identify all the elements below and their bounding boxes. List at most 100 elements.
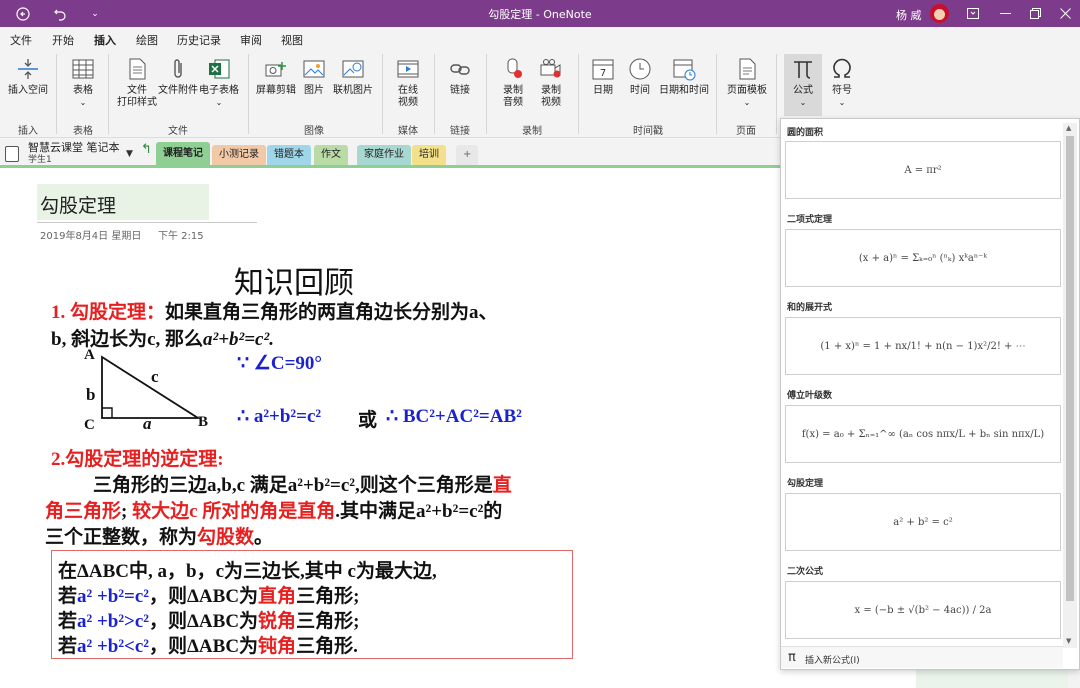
avatar[interactable] bbox=[930, 4, 949, 23]
section-tab-course-notes[interactable]: 课程笔记 bbox=[156, 142, 210, 166]
because-angle-c: ∵ ∠C=90° bbox=[237, 353, 323, 374]
side-a-label: a bbox=[143, 414, 152, 433]
group-label-tables: 表格 bbox=[73, 126, 93, 137]
video-camera-icon bbox=[540, 59, 561, 78]
file-attachment-button[interactable]: 文件附件 bbox=[158, 56, 198, 97]
link-icon bbox=[450, 64, 470, 75]
group-label-timestamp: 时间戳 bbox=[633, 126, 663, 137]
file-printout-button[interactable]: 文件 打印样式 bbox=[116, 56, 158, 109]
converse-line-2: 角三角形; 较大边c 所对的角是直角.其中满足a²+b²=c²的 bbox=[45, 501, 503, 522]
onenote-window: { "window": {"title": "勾股定理 - OneNote", … bbox=[0, 0, 1080, 688]
page-template-icon bbox=[739, 58, 756, 80]
calendar-icon: 7 bbox=[592, 59, 614, 80]
screen-clipping-button[interactable]: 屏幕剪辑 bbox=[254, 56, 298, 97]
online-picture-button[interactable]: 联机图片 bbox=[332, 56, 374, 97]
scroll-up-icon[interactable]: ▲ bbox=[1066, 124, 1071, 132]
section-tab-mistakes[interactable]: 错题本 bbox=[267, 145, 311, 166]
equation-card-quadratic[interactable]: x = (−b ± √(b² − 4ac)) / 2a bbox=[785, 581, 1061, 639]
picture-button[interactable]: 图片 bbox=[300, 56, 328, 97]
equation-card-circle-area[interactable]: A = πr² bbox=[785, 141, 1061, 199]
equation-card-pythagorean[interactable]: a² + b² = c² bbox=[785, 493, 1061, 551]
equation-label: 和的展开式 bbox=[787, 303, 833, 313]
title-bar: ⌄ 勾股定理 - OneNote 杨 威 bbox=[0, 0, 1080, 27]
paperclip-icon bbox=[174, 59, 182, 78]
converse-line-3: 三个正整数，称为勾股数。 bbox=[45, 527, 274, 548]
insert-space-button[interactable]: 插入空间 bbox=[6, 56, 50, 97]
scroll-down-icon[interactable]: ▼ bbox=[1066, 637, 1071, 645]
notebook-dropdown-icon[interactable]: ▼ bbox=[126, 149, 133, 159]
insert-new-equation-label[interactable]: 插入新公式(I) bbox=[805, 653, 860, 666]
or-word: 或 bbox=[358, 410, 378, 431]
equation-label: 傅立叶级数 bbox=[787, 391, 833, 401]
tab-review[interactable]: 审阅 bbox=[240, 32, 262, 48]
equation-button[interactable]: 公式 ⌄ bbox=[784, 54, 822, 116]
vertex-a-label: A bbox=[84, 347, 95, 363]
record-audio-button[interactable]: 录制 音频 bbox=[496, 56, 530, 109]
side-b-label: b bbox=[86, 385, 96, 404]
camera-icon bbox=[265, 62, 286, 77]
equation-label: 二项式定理 bbox=[787, 215, 833, 225]
group-label-insert: 插入 bbox=[18, 126, 38, 137]
tab-view[interactable]: 视图 bbox=[281, 32, 303, 48]
tab-file[interactable]: 文件 bbox=[10, 32, 32, 48]
section-tab-training[interactable]: 培训 bbox=[412, 145, 446, 166]
tab-history[interactable]: 历史记录 bbox=[177, 32, 221, 48]
summary-line-4: 若a² +b²<c²，则ΔABC为钝角三角形. bbox=[58, 636, 358, 657]
page-date: 2019年8月4日 星期日 bbox=[40, 231, 142, 242]
vertex-c-label: C bbox=[84, 417, 95, 433]
equation-card-expansion[interactable]: (1 + x)ⁿ = 1 + nx/1! + n(n − 1)x²/2! + ⋯ bbox=[785, 317, 1061, 375]
section-tab-quiz-records[interactable]: 小测记录 bbox=[212, 145, 266, 166]
tab-insert[interactable]: 插入 bbox=[94, 32, 116, 53]
picture-icon bbox=[303, 60, 325, 78]
knowledge-review-heading: 知识回顾 bbox=[234, 266, 354, 301]
summary-line-3: 若a² +b²>c²，则ΔABC为锐角三角形; bbox=[58, 611, 360, 632]
summary-line-2: 若a² +b²=c²，则ΔABC为直角三角形; bbox=[58, 586, 360, 607]
spreadsheet-button[interactable]: 电子表格 ⌄ bbox=[198, 56, 240, 109]
navigate-back-icon[interactable]: ↰ bbox=[141, 142, 152, 157]
page-templates-button[interactable]: 页面模板 ⌄ bbox=[724, 56, 770, 109]
user-name[interactable]: 杨 威 bbox=[896, 7, 922, 23]
video-icon bbox=[397, 60, 419, 78]
restore-icon[interactable] bbox=[1020, 0, 1050, 27]
minimize-icon[interactable] bbox=[990, 0, 1020, 27]
close-icon[interactable] bbox=[1050, 0, 1080, 27]
tab-draw[interactable]: 绘图 bbox=[136, 32, 158, 48]
converse-line-1: 三角形的三边a,b,c 满足a²+b²=c²,则这个三角形是直 bbox=[93, 475, 512, 496]
notebook-icon[interactable] bbox=[5, 146, 19, 162]
menu-bar: 文件 开始 插入 绘图 历史记录 审阅 视图 bbox=[0, 27, 1080, 53]
date-time-button[interactable]: 日期和时间 bbox=[658, 56, 710, 97]
add-section-button[interactable]: + bbox=[456, 145, 479, 166]
time-button[interactable]: 时间 bbox=[624, 56, 656, 97]
insert-space-icon bbox=[18, 59, 38, 79]
document-icon bbox=[129, 58, 146, 80]
gallery-scrollbar-thumb[interactable] bbox=[1066, 136, 1074, 601]
section-tab-homework[interactable]: 家庭作业 bbox=[357, 145, 411, 166]
theorem-line-1: 1. 勾股定理：如果直角三角形的两直角边长分别为a、 bbox=[51, 302, 498, 323]
record-video-button[interactable]: 录制 视频 bbox=[534, 56, 568, 109]
converse-heading: 2.勾股定理的逆定理: bbox=[51, 449, 224, 470]
date-button[interactable]: 7 日期 bbox=[588, 56, 618, 97]
symbol-button[interactable]: 符号 ⌄ bbox=[826, 56, 858, 109]
excel-icon bbox=[209, 59, 230, 79]
link-button[interactable]: 链接 bbox=[444, 56, 476, 97]
page-time: 下午 2:15 bbox=[158, 231, 204, 242]
therefore-formula-1: ∴ a²+b²=c² bbox=[237, 406, 322, 427]
pi-icon bbox=[794, 61, 812, 79]
microphone-icon bbox=[507, 58, 522, 78]
vertex-b-label: B bbox=[198, 414, 209, 430]
group-label-links: 链接 bbox=[450, 126, 470, 137]
equation-card-binomial[interactable]: (x + a)ⁿ = Σₖ₌₀ⁿ (ⁿₖ) xᵏaⁿ⁻ᵏ bbox=[785, 229, 1061, 287]
equation-card-fourier[interactable]: f(x) = a₀ + Σₙ₌₁^∞ (aₙ cos nπx/L + bₙ si… bbox=[785, 405, 1061, 463]
online-video-button[interactable]: 在线 视频 bbox=[390, 56, 426, 109]
section-tab-essay[interactable]: 作文 bbox=[314, 145, 348, 166]
ribbon-display-icon[interactable] bbox=[958, 0, 988, 27]
group-label-pages: 页面 bbox=[736, 126, 756, 137]
tab-home[interactable]: 开始 bbox=[52, 32, 74, 48]
table-button[interactable]: 表格 ⌄ bbox=[66, 56, 100, 109]
group-label-recording: 录制 bbox=[522, 126, 542, 137]
table-icon bbox=[72, 59, 94, 79]
summary-line-1: 在ΔABC中, a，b，c为三边长,其中 c为最大边, bbox=[58, 561, 437, 582]
section-group-name: 学生1 bbox=[28, 155, 52, 165]
page-title[interactable]: 勾股定理 bbox=[40, 191, 116, 218]
title-divider bbox=[37, 222, 257, 223]
